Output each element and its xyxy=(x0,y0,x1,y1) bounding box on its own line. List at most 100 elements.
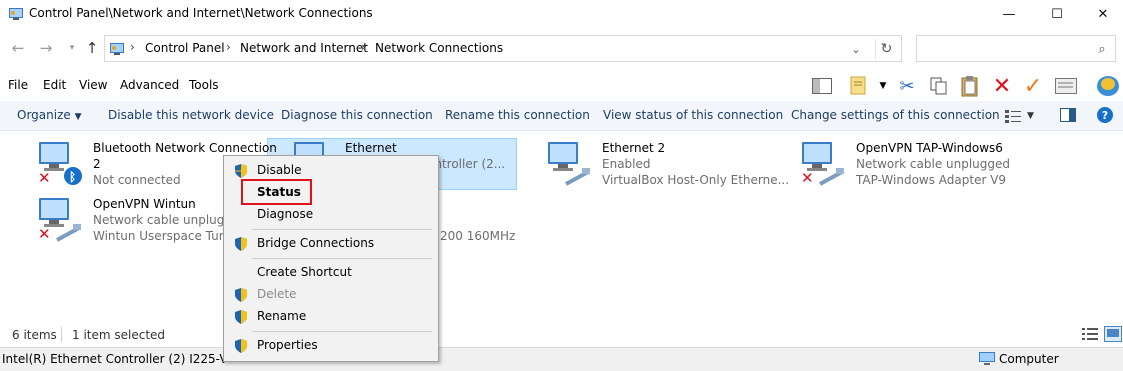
control-panel-icon xyxy=(9,8,23,20)
connection-item-openvpn-wintun[interactable]: ✕ OpenVPN Wintun Network cable unplugge … xyxy=(35,196,223,246)
delete-icon[interactable]: ✕ xyxy=(991,74,1013,99)
connection-adapter: 200 160MHz xyxy=(440,229,516,243)
recent-locations-icon[interactable]: ▾ xyxy=(62,37,82,59)
forward-icon[interactable]: → xyxy=(36,37,56,59)
connection-status: Network cable unplugged xyxy=(856,157,1011,171)
connection-adapter: Wintun Userspace Tunne xyxy=(93,229,223,243)
menu-item-label: Bridge Connections xyxy=(257,236,375,250)
chevron-down-icon[interactable]: ⌄ xyxy=(847,40,865,58)
menu-item-delete: Delete xyxy=(224,284,438,306)
menu-item-rename[interactable]: Rename xyxy=(224,306,438,328)
status-highlight-box xyxy=(241,179,312,205)
breadcrumb-separator[interactable]: › xyxy=(361,40,366,54)
menu-item-label: Diagnose xyxy=(257,207,314,221)
menu-item-label: Rename xyxy=(257,309,307,323)
dropdown-arrow-icon[interactable]: ▼ xyxy=(872,74,894,98)
network-adapter-icon: ✕ xyxy=(38,198,81,242)
selected-device-name: Intel(R) Ethernet Controller (2) I225-V xyxy=(2,352,228,366)
organize-button[interactable]: Organize ▼ xyxy=(17,108,82,122)
maximize-button[interactable]: ☐ xyxy=(1034,0,1080,29)
network-adapter-icon: ✕ ᛒ xyxy=(38,142,82,186)
menu-tools[interactable]: Tools xyxy=(189,78,219,92)
network-adapter-icon: ✕ xyxy=(801,142,844,186)
shield-icon xyxy=(235,164,247,178)
menu-item-label: Disable xyxy=(257,163,302,177)
connection-adapter: VirtualBox Host-Only Etherne... xyxy=(602,173,790,187)
breadcrumb-network-connections[interactable]: Network Connections xyxy=(375,41,503,55)
details-view-icon xyxy=(1005,110,1021,123)
status-bar xyxy=(0,324,1123,346)
shield-icon xyxy=(235,339,247,353)
location-label: Computer xyxy=(999,352,1059,366)
menu-item-label: Create Shortcut xyxy=(257,265,352,279)
breadcrumb-network-and-internet[interactable]: Network and Internet xyxy=(240,41,368,55)
paste-icon[interactable] xyxy=(959,74,981,98)
address-bar[interactable]: › Control Panel › Network and Internet ›… xyxy=(104,35,902,62)
organize-label: Organize xyxy=(17,108,71,122)
copy-icon[interactable] xyxy=(928,74,950,98)
connection-name: OpenVPN Wintun xyxy=(93,197,196,211)
view-options-button[interactable]: ▼ xyxy=(1005,106,1037,126)
svg-text:✕: ✕ xyxy=(801,169,814,186)
window-title: Control Panel\Network and Internet\Netwo… xyxy=(29,6,373,20)
view-status-button[interactable]: View status of this connection xyxy=(603,108,783,122)
menu-item-create-shortcut[interactable]: Create Shortcut xyxy=(224,262,438,284)
menu-item-properties[interactable]: Properties xyxy=(224,335,438,357)
computer-icon xyxy=(978,351,996,367)
shell-logo-icon[interactable] xyxy=(1094,74,1122,98)
menu-separator xyxy=(252,331,432,332)
item-count: 6 items xyxy=(12,328,57,342)
folder-note-icon[interactable] xyxy=(848,74,870,98)
search-icon[interactable]: ⌕ xyxy=(1093,40,1111,58)
menu-separator xyxy=(252,258,432,259)
connection-item-ethernet-2[interactable]: Ethernet 2 Enabled VirtualBox Host-Only … xyxy=(544,140,789,190)
diagnose-connection-button[interactable]: Diagnose this connection xyxy=(281,108,433,122)
cut-icon[interactable]: ✂ xyxy=(896,74,918,98)
menu-item-bridge-connections[interactable]: Bridge Connections xyxy=(224,233,438,255)
disable-device-button[interactable]: Disable this network device xyxy=(108,108,274,122)
connection-status: Network cable unplugge xyxy=(93,213,223,227)
shield-icon xyxy=(235,310,247,324)
help-icon[interactable]: ? xyxy=(1097,107,1113,123)
divider xyxy=(61,327,62,342)
menu-advanced[interactable]: Advanced xyxy=(120,78,179,92)
menu-file[interactable]: File xyxy=(8,78,28,92)
refresh-icon[interactable]: ↻ xyxy=(875,39,897,59)
menu-edit[interactable]: Edit xyxy=(43,78,66,92)
network-adapter-icon xyxy=(548,142,590,186)
control-panel-icon xyxy=(110,43,124,55)
selection-count: 1 item selected xyxy=(72,328,166,342)
large-icons-view-icon[interactable] xyxy=(1104,326,1122,342)
preview-pane-icon[interactable] xyxy=(811,74,833,98)
breadcrumb-separator[interactable]: › xyxy=(226,40,231,54)
breadcrumb-separator[interactable]: › xyxy=(130,40,135,54)
connection-name: Ethernet 2 xyxy=(602,141,666,155)
connection-name: OpenVPN TAP-Windows6 xyxy=(856,141,1003,155)
back-icon[interactable]: ← xyxy=(8,37,28,59)
menu-separator xyxy=(252,229,432,230)
connection-name: Ethernet xyxy=(345,141,397,155)
chevron-down-icon: ▼ xyxy=(74,112,82,122)
up-icon[interactable]: ↑ xyxy=(82,37,102,59)
menu-item-diagnose[interactable]: Diagnose xyxy=(224,204,438,226)
connection-status: Enabled xyxy=(602,157,651,171)
checkmark-icon[interactable]: ✓ xyxy=(1022,74,1044,99)
shield-icon xyxy=(235,288,247,302)
menu-view[interactable]: View xyxy=(79,78,107,92)
shield-icon xyxy=(235,237,247,251)
details-view-icon[interactable] xyxy=(1082,327,1098,341)
change-settings-button[interactable]: Change settings of this connection xyxy=(791,108,1000,122)
connection-item-openvpn-tap[interactable]: ✕ OpenVPN TAP-Windows6 Network cable unp… xyxy=(798,140,1058,190)
properties-icon[interactable] xyxy=(1055,74,1077,98)
minimize-button[interactable]: — xyxy=(986,0,1032,29)
search-input[interactable]: ⌕ xyxy=(916,35,1116,62)
svg-text:✕: ✕ xyxy=(38,169,51,186)
preview-pane-toggle-icon[interactable] xyxy=(1060,108,1076,122)
svg-text:ᛒ: ᛒ xyxy=(69,170,76,184)
connection-name: Bluetooth Network Connection xyxy=(93,141,277,155)
rename-connection-button[interactable]: Rename this connection xyxy=(445,108,590,122)
connection-adapter: TAP-Windows Adapter V9 xyxy=(856,173,1007,187)
close-button[interactable]: ✕ xyxy=(1080,0,1123,29)
svg-text:✕: ✕ xyxy=(38,225,51,242)
breadcrumb-control-panel[interactable]: Control Panel xyxy=(145,41,225,55)
